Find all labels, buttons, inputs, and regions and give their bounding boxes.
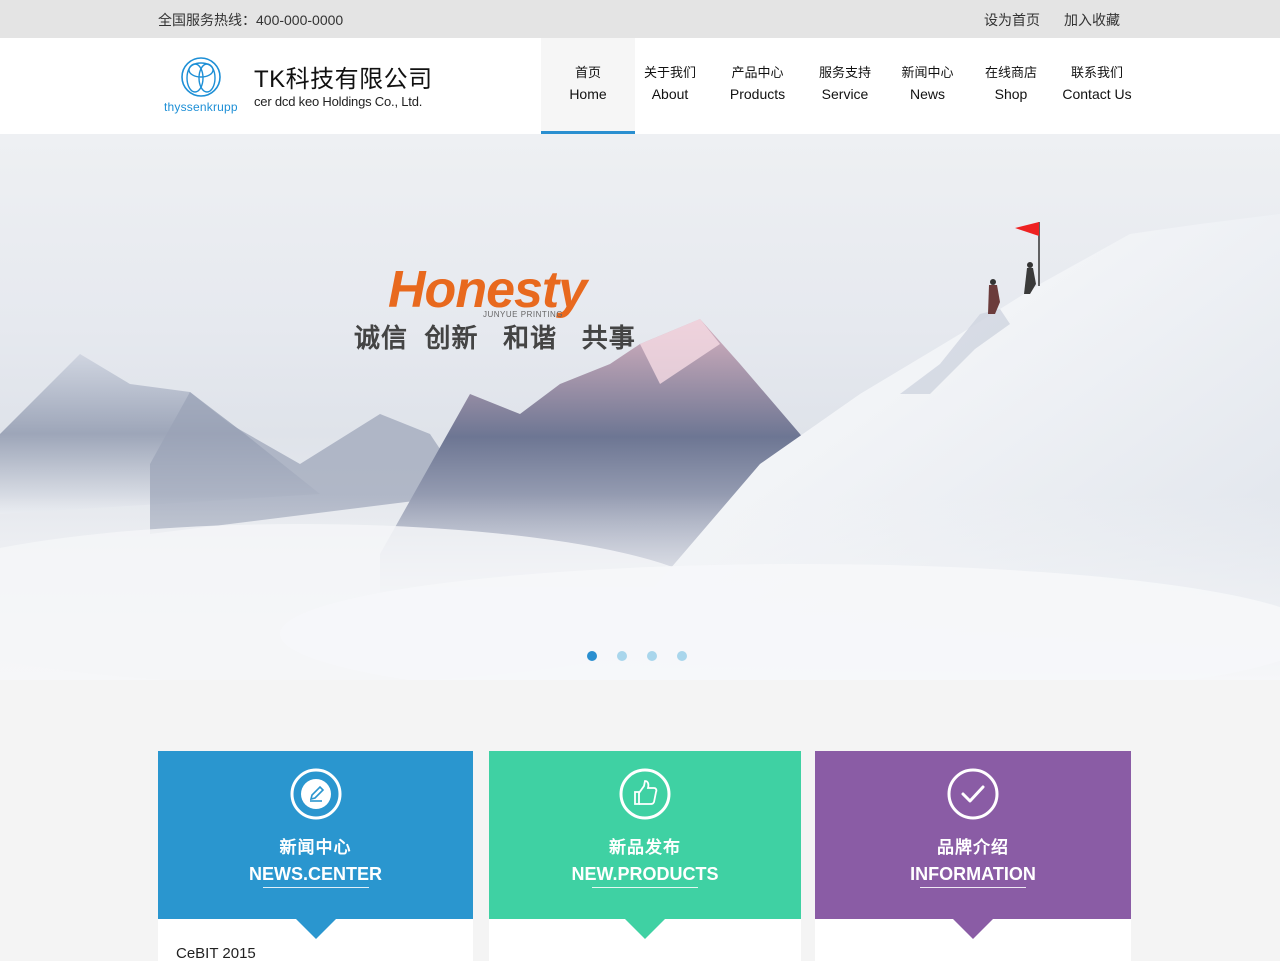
nav-item-products[interactable]: 产品中心 Products [705, 38, 810, 134]
card-header[interactable]: 新品发布 NEW.PRODUCTS [489, 751, 801, 939]
company-name: TK科技有限公司 cer dcd keo Holdings Co., Ltd. [254, 66, 433, 109]
nav-label-cn: 产品中心 [731, 65, 784, 80]
site-header: thyssenkrupp TK科技有限公司 cer dcd keo Holdin… [0, 38, 1280, 134]
nav-item-home[interactable]: 首页 Home [541, 38, 635, 134]
mountain-scene-image [0, 214, 1280, 680]
carousel-dot[interactable] [677, 651, 687, 661]
card-title-cn: 新闻中心 [279, 838, 352, 857]
news-item[interactable]: CeBIT 2015 [176, 945, 455, 961]
top-bar: 全国服务热线：400-000-0000 设为首页 加入收藏 [0, 0, 1280, 38]
hero-banner[interactable]: Honesty JUNYUE PRINTING 诚信 创新 和谐 共事 [0, 134, 1280, 680]
nav-item-news[interactable]: 新闻中心 News [880, 38, 975, 134]
card-information: 品牌介绍 INFORMATION [815, 751, 1131, 961]
nav-label-cn: 服务支持 [818, 65, 871, 80]
service-hotline: 全国服务热线：400-000-0000 [158, 12, 344, 28]
card-title-cn: 新品发布 [609, 838, 681, 857]
carousel-dots [587, 651, 687, 661]
nav-item-shop[interactable]: 在线商店 Shop [975, 38, 1047, 134]
carousel-dot[interactable] [647, 651, 657, 661]
nav-label-cn: 联系我们 [1070, 65, 1123, 80]
card-title-underline [262, 887, 369, 888]
set-homepage-link[interactable]: 设为首页 [984, 10, 1040, 30]
card-pointer [953, 919, 993, 939]
add-bookmark-link[interactable]: 加入收藏 [1064, 10, 1120, 30]
card-title-en: INFORMATION [910, 864, 1036, 884]
company-name-cn: TK科技有限公司 [254, 66, 433, 93]
carousel-dot[interactable] [587, 651, 597, 661]
card-header[interactable]: 新闻中心 NEWS.CENTER [158, 751, 473, 939]
logo-wordmark: thyssenkrupp [164, 100, 238, 114]
company-name-en: cer dcd keo Holdings Co., Ltd. [254, 94, 423, 109]
banner-slogan-cn: 诚信 创新 和谐 共事 [354, 323, 636, 353]
nav-item-about[interactable]: 关于我们 About [635, 38, 705, 134]
card-title-underline [592, 887, 698, 888]
nav-label-en: Home [569, 86, 607, 102]
card-pointer [295, 919, 336, 939]
nav-label-en: Service [821, 86, 869, 102]
nav-label-en: About [651, 86, 689, 102]
nav-label-cn: 关于我们 [643, 65, 696, 80]
card-title-en: NEW.PRODUCTS [571, 864, 719, 884]
pencil-icon [290, 768, 341, 820]
nav-label-en: News [909, 86, 945, 102]
card-new-products: 新品发布 NEW.PRODUCTS [489, 751, 801, 961]
card-title-underline [920, 887, 1026, 888]
nav-label-cn: 在线商店 [984, 65, 1037, 80]
nav-label-cn: 首页 [574, 65, 601, 80]
card-title-cn: 品牌介绍 [937, 838, 1009, 857]
nav-label-en: Products [729, 86, 786, 102]
nav-item-service[interactable]: 服务支持 Service [810, 38, 880, 134]
main-nav: 首页 Home 关于我们 About 产品中心 Products 服务支持 Se… [541, 38, 1147, 134]
nav-label-en: Shop [994, 86, 1028, 102]
nav-label-en: Contact Us [1062, 86, 1132, 102]
carousel-dot[interactable] [617, 651, 627, 661]
check-icon [947, 768, 999, 820]
card-title-en: NEWS.CENTER [248, 864, 382, 884]
card-news-center: 新闻中心 NEWS.CENTER CeBIT 2015 [158, 751, 473, 961]
thumbs-up-icon [619, 768, 671, 820]
logo[interactable]: thyssenkrupp [162, 56, 242, 116]
logo-emblem-icon [181, 57, 221, 97]
card-header[interactable]: 品牌介绍 INFORMATION [815, 751, 1131, 939]
nav-item-contact[interactable]: 联系我们 Contact Us [1047, 38, 1147, 134]
top-links: 设为首页 加入收藏 [984, 10, 1120, 30]
nav-label-cn: 新闻中心 [901, 65, 954, 80]
card-pointer [625, 919, 665, 939]
